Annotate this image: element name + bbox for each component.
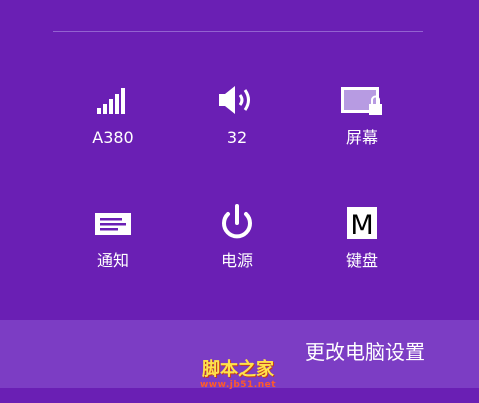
volume-icon	[213, 80, 261, 120]
screen-icon	[338, 80, 386, 120]
volume-label: 32	[226, 128, 248, 147]
screen-label: 屏幕	[345, 128, 378, 147]
volume-tile[interactable]: 32	[177, 80, 297, 160]
keyboard-label: 键盘	[345, 251, 378, 270]
power-icon	[213, 203, 261, 243]
network-tile[interactable]: A380	[53, 80, 173, 160]
keyboard-tile[interactable]: M 键盘	[302, 203, 422, 283]
change-pc-settings-link[interactable]: 更改电脑设置	[305, 339, 425, 365]
power-label: 电源	[220, 251, 253, 270]
notifications-icon	[89, 203, 137, 243]
divider	[53, 31, 423, 32]
notifications-label: 通知	[96, 251, 129, 270]
keyboard-icon: M	[338, 203, 386, 243]
notifications-tile[interactable]: 通知	[53, 203, 173, 283]
keyboard-icon-letter: M	[350, 210, 373, 241]
watermark: 脚本之家 www.jb51.net	[196, 360, 280, 396]
watermark-title: 脚本之家	[202, 359, 274, 380]
watermark-url: www.jb51.net	[199, 380, 277, 390]
power-tile[interactable]: 电源	[177, 203, 297, 283]
screen-tile[interactable]: 屏幕	[302, 80, 422, 160]
network-label: A380	[92, 128, 134, 147]
signal-strength-icon	[89, 80, 137, 120]
